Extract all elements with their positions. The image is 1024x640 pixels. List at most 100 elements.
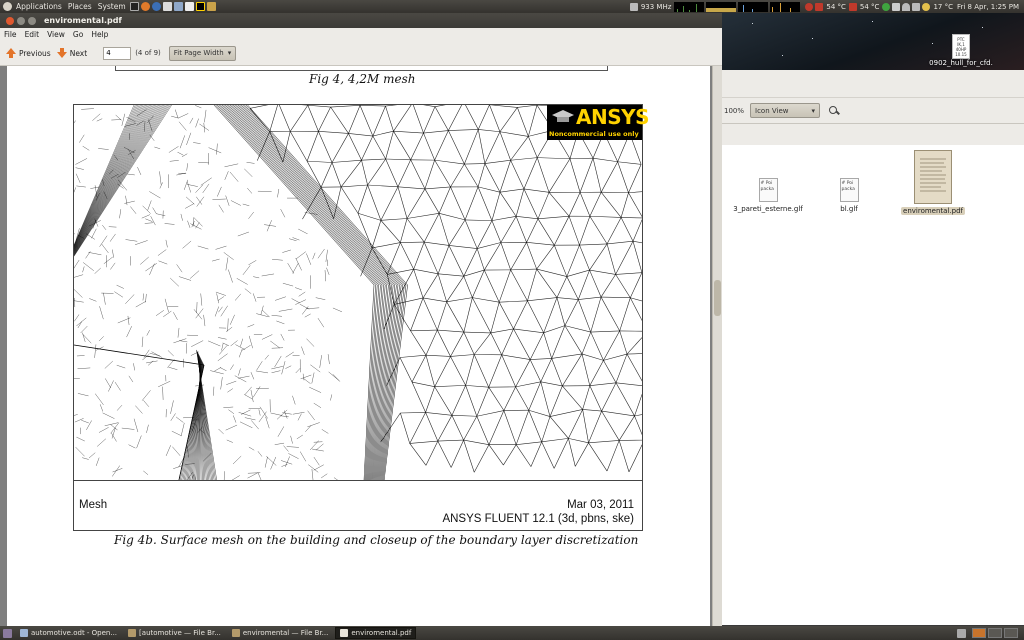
temp-sensor-icon — [815, 2, 824, 11]
menu-go[interactable]: Go — [69, 30, 87, 39]
places-menu[interactable]: Places — [65, 2, 95, 11]
previous-page-button[interactable]: Previous — [6, 48, 51, 58]
file-browser-toolbar: 100% Icon View ▾ — [722, 98, 1024, 124]
taskbar-item-label: automotive.odt - Open... — [31, 629, 118, 637]
next-label: Next — [69, 48, 88, 58]
footer-solver: ANSYS FLUENT 12.1 (3d, pbns, ske) — [442, 513, 634, 525]
workspace-2[interactable] — [988, 628, 1002, 638]
firefox-launcher-icon[interactable] — [140, 2, 150, 11]
file-name: 3_pareti_esterne.glf — [733, 205, 803, 213]
viewer-titlebar[interactable]: enviromental.pdf — [0, 13, 722, 28]
taskbar-item-label: enviromental.pdf — [351, 629, 412, 637]
desktop-file-thumbnail: PTC IK,1 40HP 10.15 — [952, 34, 970, 59]
taskbar-item[interactable]: [automotive — File Br... — [124, 627, 225, 639]
file-item-selected[interactable]: enviromental.pdf — [898, 150, 968, 215]
folder-icon — [128, 629, 137, 637]
file-browser-spacer — [722, 124, 1024, 145]
file-browser-content: # Poi packa 3_pareti_esterne.glf # Poi p… — [722, 145, 1024, 625]
minimize-button[interactable] — [17, 16, 25, 25]
terminal-launcher-icon[interactable] — [129, 2, 139, 11]
file-item[interactable]: # Poi packa bl.glf — [829, 178, 869, 213]
ubuntu-logo-icon[interactable] — [3, 2, 12, 11]
load-graph[interactable] — [770, 1, 801, 12]
footer-mesh-label: Mesh — [79, 499, 108, 511]
page-number-input[interactable] — [103, 46, 132, 60]
zoom-mode-select[interactable]: Fit Page Width ▾ — [168, 45, 237, 61]
desktop-file-hull[interactable]: PTC IK,1 40HP 10.15 0902_hull_for_cfd. — [925, 34, 997, 67]
maximize-button[interactable] — [28, 16, 36, 25]
temperature-2: 54 °C — [859, 2, 880, 11]
text-file-icon: # Poi packa — [839, 178, 859, 202]
clock[interactable]: Fri 8 Apr, 1:25 PM — [955, 3, 1021, 11]
taskbar-item-active[interactable]: enviromental.pdf — [335, 627, 417, 639]
help-launcher-icon[interactable] — [151, 2, 161, 11]
vertical-scrollbar[interactable] — [712, 66, 722, 626]
mesh-figure: ANSYS Noncommercial use only Mesh Mar 03… — [73, 104, 650, 531]
editor-launcher-icon[interactable] — [173, 2, 183, 11]
previous-figure-frame — [115, 66, 608, 71]
show-desktop-icon[interactable] — [3, 628, 12, 638]
menu-help[interactable]: Help — [87, 30, 112, 39]
arrow-up-icon — [6, 48, 16, 58]
taskbar-item[interactable]: enviromental — File Br... — [228, 627, 332, 639]
volume-icon[interactable] — [912, 2, 921, 11]
zoom-mode-label: Fit Page Width — [173, 49, 224, 57]
cpu-graph[interactable] — [674, 1, 705, 12]
ansys-launcher-icon[interactable] — [195, 2, 205, 11]
ansys-logo: ANSYS Noncommercial use only — [547, 105, 650, 140]
file-item[interactable]: # Poi packa 3_pareti_esterne.glf — [732, 178, 804, 213]
arrow-down-icon — [56, 48, 67, 58]
mesh-image — [74, 105, 642, 480]
scrollbar-thumb[interactable] — [714, 280, 721, 316]
search-icon[interactable] — [828, 105, 840, 117]
ansys-logo-text: ANSYS — [576, 105, 650, 129]
menu-view[interactable]: View — [43, 30, 69, 39]
desktop-file-label: 0902_hull_for_cfd. — [929, 59, 993, 67]
ansys-logo-subtext: Noncommercial use only — [549, 130, 639, 138]
bottom-panel: automotive.odt - Open... [automotive — F… — [0, 626, 1024, 640]
viewer-menubar: File Edit View Go Help — [0, 28, 722, 41]
app-launcher-icon[interactable] — [184, 2, 194, 11]
viewer-toolbar: Previous Next (4 of 9) Fit Page Width ▾ — [0, 41, 722, 66]
writer-icon — [20, 629, 28, 637]
temp-sensor-2-icon — [848, 2, 857, 11]
temperature-1: 54 °C — [826, 2, 846, 11]
network-graph[interactable] — [738, 1, 769, 12]
system-menu[interactable]: System — [95, 2, 129, 11]
cpu-frequency[interactable]: 933 MHz — [639, 3, 674, 11]
shutdown-icon[interactable] — [805, 2, 814, 11]
top-panel: Applications Places System 933 MHz 54 °C… — [0, 0, 1024, 13]
wifi-icon[interactable] — [902, 2, 911, 11]
thumb-line: packa — [760, 187, 774, 192]
text-file-icon: # Poi packa — [758, 178, 778, 202]
thumb-line: packa — [841, 187, 855, 192]
close-button[interactable] — [6, 16, 14, 25]
chevron-down-icon: ▾ — [227, 49, 232, 57]
view-mode-select[interactable]: Icon View ▾ — [750, 103, 821, 118]
figure-footer: Mesh Mar 03, 2011 ANSYS FLUENT 12.1 (3d,… — [74, 480, 642, 530]
cpu-freq-icon — [629, 2, 638, 11]
window-title: enviromental.pdf — [44, 16, 122, 25]
figure-caption-top: Fig 4, 4,2M mesh — [309, 72, 416, 86]
skype-icon[interactable] — [882, 2, 891, 11]
menu-file[interactable]: File — [0, 30, 21, 39]
taskbar-item[interactable]: automotive.odt - Open... — [16, 627, 121, 639]
applications-menu[interactable]: Applications — [13, 2, 65, 11]
zoom-level: 100% — [724, 106, 745, 115]
weather-temperature[interactable]: 17 °C — [931, 3, 955, 11]
extra-launcher-icon[interactable] — [206, 2, 216, 11]
file-name: enviromental.pdf — [901, 207, 965, 215]
weather-icon[interactable] — [922, 2, 931, 11]
mail-launcher-icon[interactable] — [162, 2, 172, 11]
taskbar-item-label: [automotive — File Br... — [139, 629, 221, 637]
menu-edit[interactable]: Edit — [21, 30, 44, 39]
memory-graph[interactable] — [706, 1, 737, 12]
trash-icon[interactable] — [957, 628, 966, 638]
figure-caption-bottom: Fig 4b. Surface mesh on the building and… — [114, 533, 639, 547]
next-page-button[interactable]: Next — [56, 48, 88, 58]
workspace-1[interactable] — [972, 628, 986, 638]
chat-icon[interactable] — [892, 2, 901, 11]
workspace-3[interactable] — [1004, 628, 1018, 638]
pdf-file-icon — [914, 150, 952, 204]
previous-label: Previous — [19, 48, 51, 58]
